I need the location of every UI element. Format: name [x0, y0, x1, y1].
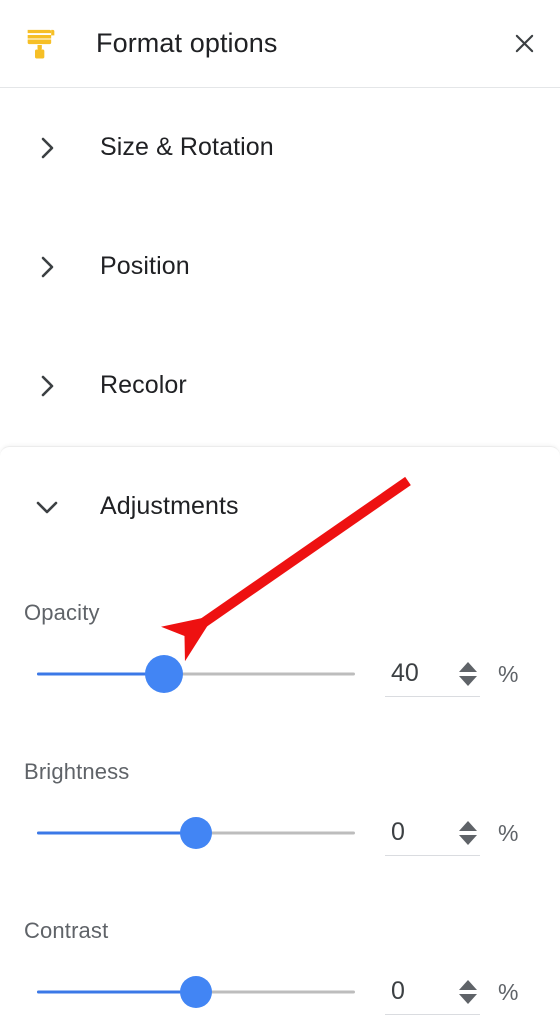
- stepper-down-icon[interactable]: [459, 834, 477, 845]
- section-recolor[interactable]: Recolor: [0, 326, 560, 445]
- control-label: Opacity: [24, 600, 100, 625]
- section-size-and-rotation[interactable]: Size & Rotation: [0, 88, 560, 207]
- opacity-slider[interactable]: [37, 651, 355, 697]
- brightness-value: 0: [391, 818, 405, 846]
- section-position[interactable]: Position: [0, 207, 560, 326]
- format-options-panel: Format options Size & Rotation Position: [0, 0, 560, 1024]
- slider-thumb[interactable]: [180, 817, 212, 849]
- brightness-value-group: 0 %: [385, 810, 518, 856]
- opacity-unit: %: [498, 660, 519, 687]
- chevron-right-icon: [26, 365, 68, 407]
- opacity-value: 40: [391, 659, 419, 687]
- contrast-value-group: 0 %: [385, 969, 518, 1015]
- brightness-stepper[interactable]: [458, 816, 478, 850]
- section-adjustments: Adjustments Opacity 40 % Brightness 0 % …: [0, 446, 560, 1024]
- contrast-value: 0: [391, 977, 405, 1005]
- close-icon[interactable]: [502, 22, 546, 66]
- stepper-down-icon[interactable]: [459, 993, 477, 1004]
- control-contrast: Contrast 0 %: [0, 918, 560, 1015]
- contrast-stepper[interactable]: [458, 975, 478, 1009]
- stepper-up-icon[interactable]: [459, 820, 477, 831]
- chevron-right-icon: [26, 246, 68, 288]
- adjustments-header[interactable]: Adjustments: [0, 447, 560, 566]
- opacity-input[interactable]: 40: [385, 651, 480, 697]
- slider-thumb[interactable]: [180, 976, 212, 1008]
- brightness-slider[interactable]: [37, 810, 355, 856]
- opacity-stepper[interactable]: [458, 657, 478, 691]
- page-title: Format options: [96, 28, 278, 58]
- contrast-unit: %: [498, 978, 519, 1005]
- control-label: Contrast: [24, 918, 109, 943]
- control-label: Brightness: [24, 759, 130, 784]
- section-label: Size & Rotation: [100, 133, 274, 161]
- chevron-down-icon: [26, 486, 68, 528]
- contrast-slider[interactable]: [37, 969, 355, 1015]
- paint-brush-icon: [18, 21, 64, 67]
- chevron-right-icon: [26, 127, 68, 169]
- opacity-value-group: 40 %: [385, 651, 518, 697]
- slider-track-fill: [37, 990, 196, 994]
- control-row: 0 %: [0, 810, 560, 856]
- panel-header: Format options: [0, 0, 560, 88]
- brightness-unit: %: [498, 819, 519, 846]
- stepper-up-icon[interactable]: [459, 661, 477, 672]
- stepper-down-icon[interactable]: [459, 675, 477, 686]
- slider-track-fill: [37, 831, 196, 835]
- control-brightness: Brightness 0 %: [0, 759, 560, 856]
- control-row: 40 %: [0, 651, 560, 697]
- control-opacity: Opacity 40 %: [0, 600, 560, 697]
- section-label: Adjustments: [100, 492, 239, 520]
- section-label: Recolor: [100, 371, 187, 399]
- brightness-input[interactable]: 0: [385, 810, 480, 856]
- section-label: Position: [100, 252, 190, 280]
- contrast-input[interactable]: 0: [385, 969, 480, 1015]
- stepper-up-icon[interactable]: [459, 979, 477, 990]
- control-row: 0 %: [0, 969, 560, 1015]
- slider-thumb[interactable]: [145, 655, 184, 693]
